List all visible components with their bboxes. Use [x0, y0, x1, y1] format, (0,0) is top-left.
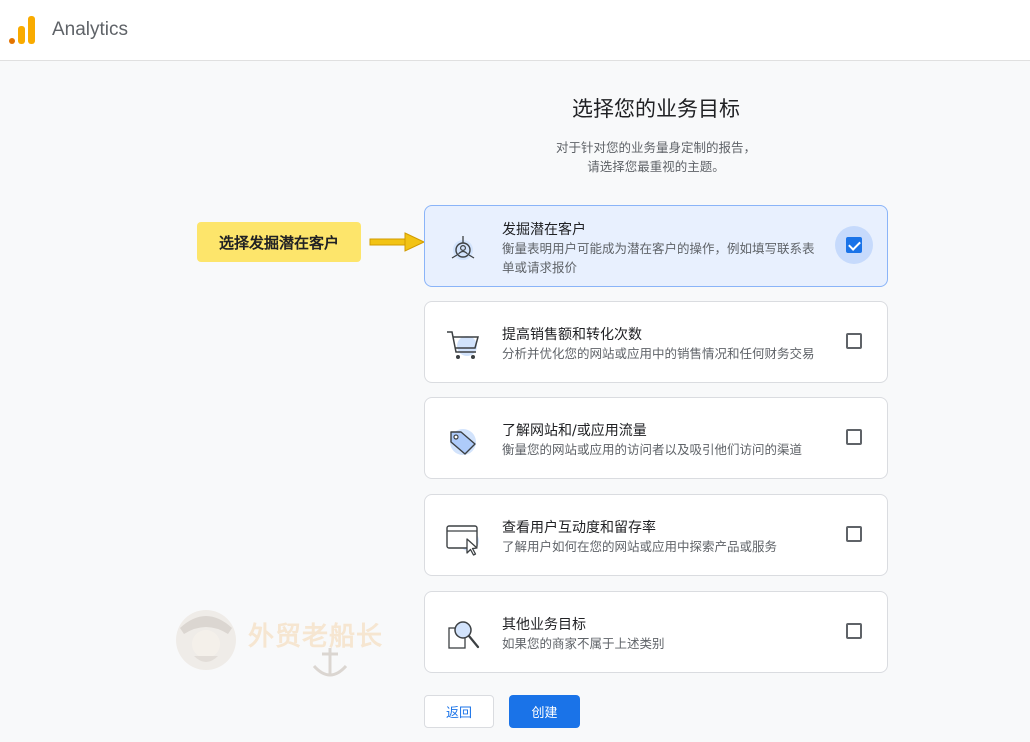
objective-checkbox[interactable] — [846, 333, 862, 349]
objective-title: 提高销售额和转化次数 — [502, 327, 642, 343]
description-line: 分析并优化您的网站或应用中的销售情况和任何财务交易 — [502, 346, 815, 361]
magnifier-icon — [448, 621, 480, 649]
create-button[interactable]: 创建 — [509, 695, 580, 728]
objective-title: 发掘潜在客户 — [502, 222, 586, 238]
annotation-arrow-icon — [369, 232, 425, 252]
objective-description: 如果您的商家不属于上述类别 — [502, 634, 842, 653]
objective-checkbox[interactable] — [846, 237, 862, 253]
tag-icon — [450, 429, 476, 455]
objective-card-other[interactable]: 其他业务目标 如果您的商家不属于上述类别 — [424, 591, 888, 673]
objective-card-sales[interactable]: 提高销售额和转化次数 分析并优化您的网站或应用中的销售情况和任何财务交易 — [424, 301, 888, 383]
subtitle-line: 请选择您最重视的主题。 — [587, 159, 725, 174]
app-title: Analytics — [52, 19, 129, 40]
objective-description: 衡量表明用户可能成为潜在客户的操作，例如填写联系表 单或请求报价 — [502, 239, 842, 277]
captain-avatar-icon — [176, 610, 236, 670]
objective-description: 了解用户如何在您的网站或应用中探索产品或服务 — [502, 537, 842, 556]
anchor-icon — [312, 648, 348, 677]
description-line: 如果您的商家不属于上述类别 — [502, 636, 665, 651]
lead-target-icon — [451, 236, 475, 260]
objective-checkbox[interactable] — [846, 623, 862, 639]
shopping-cart-icon — [447, 331, 479, 359]
page-subtitle: 对于针对您的业务量身定制的报告， 请选择您最重视的主题。 — [424, 138, 888, 176]
objective-title: 其他业务目标 — [502, 617, 586, 633]
objective-card-leads[interactable]: 发掘潜在客户 衡量表明用户可能成为潜在客户的操作，例如填写联系表 单或请求报价 — [424, 205, 888, 287]
back-button[interactable]: 返回 — [424, 695, 494, 728]
objective-card-traffic[interactable]: 了解网站和/或应用流量 衡量您的网站或应用的访问者以及吸引他们访问的渠道 — [424, 397, 888, 479]
description-line: 衡量表明用户可能成为潜在客户的操作，例如填写联系表 — [502, 241, 815, 256]
objective-checkbox[interactable] — [846, 429, 862, 445]
subtitle-line: 对于针对您的业务量身定制的报告， — [555, 140, 756, 155]
objective-description: 衡量您的网站或应用的访问者以及吸引他们访问的渠道 — [502, 440, 842, 459]
top-bar: Analytics — [0, 0, 1030, 61]
objective-title: 查看用户互动度和留存率 — [502, 520, 656, 536]
watermark: 外贸老船长 — [170, 598, 410, 680]
analytics-logo-icon[interactable] — [9, 16, 35, 44]
objective-description: 分析并优化您的网站或应用中的销售情况和任何财务交易 — [502, 344, 842, 363]
annotation-callout: 选择发掘潜在客户 — [197, 222, 361, 262]
browser-cursor-icon — [446, 525, 479, 556]
objective-card-engagement[interactable]: 查看用户互动度和留存率 了解用户如何在您的网站或应用中探索产品或服务 — [424, 494, 888, 576]
description-line: 单或请求报价 — [502, 260, 578, 275]
description-line: 衡量您的网站或应用的访问者以及吸引他们访问的渠道 — [502, 442, 803, 457]
page-title: 选择您的业务目标 — [572, 97, 740, 121]
objective-title: 了解网站和/或应用流量 — [502, 423, 647, 439]
objective-checkbox[interactable] — [846, 526, 862, 542]
description-line: 了解用户如何在您的网站或应用中探索产品或服务 — [502, 539, 778, 554]
